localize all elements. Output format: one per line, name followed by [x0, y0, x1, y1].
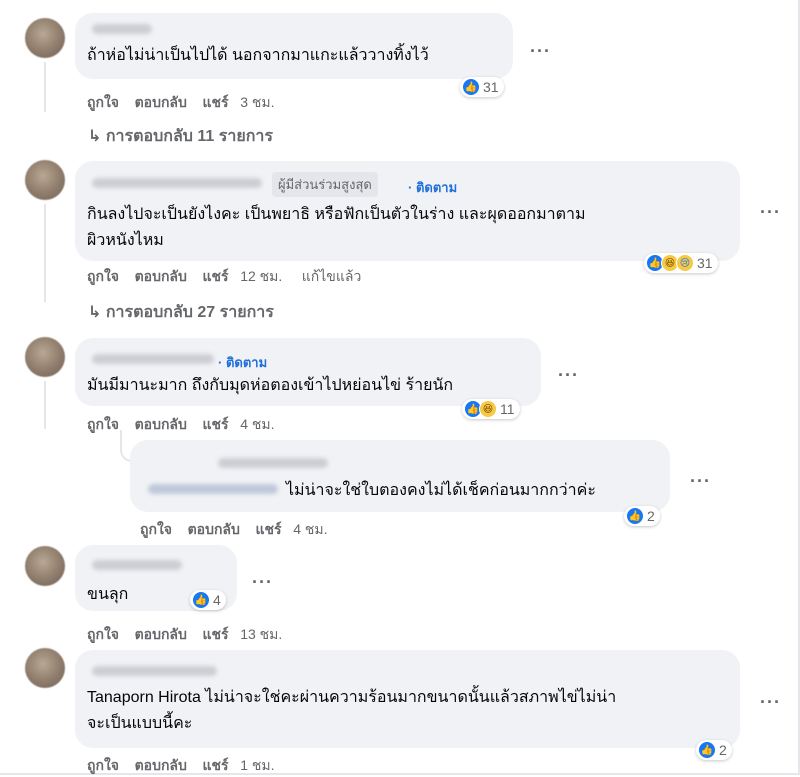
thread-connector: [44, 108, 80, 128]
reaction-summary[interactable]: 👍 😆 11: [462, 399, 520, 419]
comment-text: ขนลุก: [87, 586, 129, 603]
avatar[interactable]: [25, 546, 65, 586]
comment-timestamp[interactable]: 13 ชม.: [240, 626, 282, 642]
reply-action[interactable]: ตอบกลับ: [135, 416, 187, 432]
like-action[interactable]: ถูกใจ: [87, 626, 119, 642]
comment-author-blurred[interactable]: [92, 354, 214, 364]
view-replies-label: การตอบกลับ 11 รายการ: [105, 128, 273, 145]
share-action[interactable]: แชร์: [202, 94, 228, 110]
more-options-button[interactable]: ···: [252, 573, 273, 591]
comment-author-blurred[interactable]: [92, 178, 262, 188]
comment-text-line2: ผิวหนังไหม: [87, 232, 164, 249]
edited-label[interactable]: แก้ไขแล้ว: [302, 268, 362, 284]
comment-text-line2: จะเป็นแบบนี้คะ: [87, 715, 193, 732]
avatar[interactable]: [25, 18, 65, 58]
comment-timestamp[interactable]: 4 ชม.: [293, 521, 327, 537]
like-action[interactable]: ถูกใจ: [87, 416, 119, 432]
comment-text: ถ้าห่อไม่น่าเป็นไปได้ นอกจากมาแกะแล้ววาง…: [87, 47, 429, 64]
comment-timestamp[interactable]: 12 ชม.: [240, 268, 282, 284]
thread-line: [44, 62, 46, 112]
comment-text: ไม่น่าจะใช่ใบตองคงไม่ได้เช็คก่อนมากกว่าค…: [286, 482, 596, 499]
more-options-button[interactable]: ···: [530, 42, 551, 60]
reaction-summary[interactable]: 👍 4: [190, 590, 226, 610]
reaction-summary[interactable]: 👍 31: [460, 77, 504, 97]
share-action[interactable]: แชร์: [202, 757, 228, 773]
comment-author-blurred[interactable]: [92, 666, 217, 676]
comment-timestamp[interactable]: 4 ชม.: [240, 416, 274, 432]
avatar[interactable]: [25, 337, 65, 377]
reply-arrow-icon: ↳: [88, 128, 102, 145]
reply-arrow-icon: ↳: [88, 304, 102, 321]
comment-timestamp[interactable]: 1 ชม.: [240, 757, 274, 773]
reaction-count: 31: [697, 255, 713, 271]
comment-author-blurred[interactable]: [92, 560, 182, 570]
reply-action[interactable]: ตอบกลับ: [135, 757, 187, 773]
reaction-count: 2: [647, 508, 655, 524]
share-action[interactable]: แชร์: [202, 626, 228, 642]
reaction-summary[interactable]: 👍 😆 😢 31: [644, 253, 718, 273]
reaction-count: 11: [500, 401, 515, 417]
share-action[interactable]: แชร์: [202, 268, 228, 284]
haha-icon: 😆: [479, 400, 497, 418]
more-options-button[interactable]: ···: [558, 366, 579, 384]
comment-timestamp[interactable]: 3 ชม.: [240, 94, 274, 110]
more-options-button[interactable]: ···: [760, 203, 781, 221]
share-action[interactable]: แชร์: [255, 521, 281, 537]
comment-actions: ถูกใจ ตอบกลับ แชร์ 4 ชม.: [87, 414, 274, 436]
badge-label: ผู้มีส่วนร่วมสูงสุด: [278, 177, 372, 192]
more-options-button[interactable]: ···: [760, 693, 781, 711]
like-action[interactable]: ถูกใจ: [140, 521, 172, 537]
comment-actions: ถูกใจ ตอบกลับ แชร์ 1 ชม.: [87, 755, 274, 777]
view-replies-link[interactable]: ↳ การตอบกลับ 27 รายการ: [88, 300, 274, 325]
like-action[interactable]: ถูกใจ: [87, 268, 119, 284]
comment-author-blurred[interactable]: [218, 458, 328, 468]
top-contributor-badge: ผู้มีส่วนร่วมสูงสุด: [272, 172, 378, 197]
comment-author-blurred[interactable]: [92, 24, 152, 34]
avatar[interactable]: [25, 648, 65, 688]
like-action[interactable]: ถูกใจ: [87, 757, 119, 773]
like-icon: 👍: [462, 78, 480, 96]
reaction-count: 2: [719, 742, 727, 758]
sad-icon: 😢: [676, 254, 694, 272]
view-replies-label: การตอบกลับ 27 รายการ: [105, 304, 274, 321]
like-icon: 👍: [698, 741, 716, 759]
thread-line: [44, 381, 46, 429]
comment-actions: ถูกใจ ตอบกลับ แชร์ 12 ชม. แก้ไขแล้ว: [87, 266, 361, 288]
comment-text-line1: กินลงไปจะเป็นยังไงคะ เป็นพยาธิ หรือฟักเป…: [87, 206, 586, 223]
comment-actions: ถูกใจ ตอบกลับ แชร์ 4 ชม.: [140, 519, 327, 541]
reply-action[interactable]: ตอบกลับ: [188, 521, 240, 537]
comment-actions: ถูกใจ ตอบกลับ แชร์ 3 ชม.: [87, 92, 274, 114]
comment-actions: ถูกใจ ตอบกลับ แชร์ 13 ชม.: [87, 624, 282, 646]
more-options-button[interactable]: ···: [690, 472, 711, 490]
avatar[interactable]: [25, 160, 65, 200]
reply-action[interactable]: ตอบกลับ: [135, 626, 187, 642]
like-action[interactable]: ถูกใจ: [87, 94, 119, 110]
reply-action[interactable]: ตอบกลับ: [135, 268, 187, 284]
view-replies-link[interactable]: ↳ การตอบกลับ 11 รายการ: [88, 124, 273, 149]
comment-text: มันมีมานะมาก ถึงกับมุดห่อตองเข้าไปหย่อนไ…: [87, 377, 454, 394]
follow-link[interactable]: · ติดตาม: [218, 352, 267, 373]
follow-link[interactable]: · ติดตาม: [408, 177, 457, 198]
reaction-count: 31: [483, 79, 499, 95]
mentioned-user-blurred[interactable]: [148, 484, 278, 494]
like-icon: 👍: [626, 507, 644, 525]
reaction-summary[interactable]: 👍 2: [696, 740, 732, 760]
share-action[interactable]: แชร์: [202, 416, 228, 432]
reaction-summary[interactable]: 👍 2: [624, 506, 660, 526]
thread-line: [44, 204, 46, 302]
like-icon: 👍: [192, 591, 210, 609]
reaction-count: 4: [213, 592, 221, 608]
comment-text-line1: Tanaporn Hirota ไม่น่าจะใช่คะผ่านความร้อ…: [87, 689, 617, 706]
reply-action[interactable]: ตอบกลับ: [135, 94, 187, 110]
